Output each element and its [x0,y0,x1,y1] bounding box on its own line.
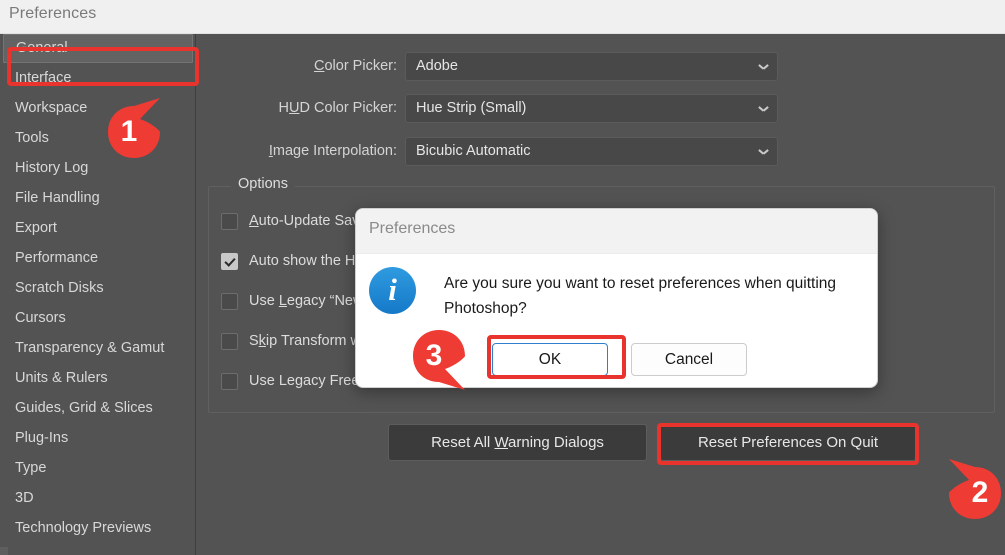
sidebar-item-general[interactable]: General [3,34,193,63]
checkbox[interactable] [221,333,238,350]
sidebar-item-label: File Handling [15,190,100,206]
sidebar-item-label: Technology Previews [15,520,151,536]
chevron-down-icon [759,64,768,69]
checkbox[interactable] [221,373,238,390]
sidebar-item-export[interactable]: Export [0,213,195,243]
color-picker-select[interactable]: Adobe [405,52,778,81]
sidebar-item-file-handling[interactable]: File Handling [0,183,195,213]
image-interpolation-label: Image Interpolation: [269,137,397,166]
sidebar-item-label: Plug-Ins [15,430,68,446]
sidebar-item-label: General [16,40,68,56]
sidebar-item-transparency-gamut[interactable]: Transparency & Gamut [0,333,195,363]
sidebar-item-technology-previews[interactable]: Technology Previews [0,513,195,543]
hud-color-picker-label: HUD Color Picker: [279,94,397,123]
window-title: Preferences [9,5,96,23]
mnemonic-letter: A [249,213,259,229]
sidebar-item-type[interactable]: Type [0,453,195,483]
sidebar-item-label: Tools [15,130,49,146]
preferences-window: Preferences General Interface Workspace … [0,0,1005,555]
mnemonic-letter: W [494,434,508,451]
chevron-down-icon [759,149,768,154]
dialog-ok-button[interactable]: OK [492,343,608,376]
sidebar-item-interface[interactable]: Interface [0,63,195,93]
mnemonic-letter: U [289,100,299,116]
sidebar-item-label: Interface [15,70,71,86]
mnemonic-letter: C [314,58,324,74]
checkbox[interactable] [221,253,238,270]
hud-color-picker-value: Hue Strip (Small) [416,100,526,116]
dialog-message: Are you sure you want to reset preferenc… [444,271,864,321]
sidebar-item-cursors[interactable]: Cursors [0,303,195,333]
image-interpolation-value: Bicubic Automatic [416,143,530,159]
color-picker-row: Color Picker: [197,52,397,81]
sidebar-item-label: Transparency & Gamut [15,340,164,356]
sidebar-item-label: History Log [15,160,88,176]
options-group-title: Options [231,176,295,192]
dialog-cancel-button[interactable]: Cancel [631,343,747,376]
sidebar-item-guides-grid-slices[interactable]: Guides, Grid & Slices [0,393,195,423]
chevron-down-icon [759,106,768,111]
sidebar-item-performance[interactable]: Performance [0,243,195,273]
hud-color-picker-row: HUD Color Picker: [197,94,397,123]
info-icon-glyph: i [369,272,416,308]
sidebar-item-label: Type [15,460,46,476]
reset-preferences-on-quit-button[interactable]: Reset Preferences On Quit [660,424,916,461]
checkbox[interactable] [221,293,238,310]
window-titlebar: Preferences [0,0,1005,34]
hud-color-picker-select[interactable]: Hue Strip (Small) [405,94,778,123]
annotation-pin-1: 1 [104,97,168,161]
reset-all-warning-dialogs-button[interactable]: Reset All Warning Dialogs [388,424,647,461]
info-icon: i [369,267,416,314]
dialog-title: Preferences [369,220,455,238]
sidebar-item-label: 3D [15,490,34,506]
color-picker-label: Color Picker: [314,52,397,81]
annotation-pin-3: 3 [409,327,473,391]
sidebar-item-label: Units & Rulers [15,370,108,386]
sidebar-item-units-rulers[interactable]: Units & Rulers [0,363,195,393]
color-picker-value: Adobe [416,58,458,74]
sidebar-item-label: Guides, Grid & Slices [15,400,153,416]
sidebar-item-label: Export [15,220,57,236]
sidebar-item-scratch-disks[interactable]: Scratch Disks [0,273,195,303]
checkbox[interactable] [221,213,238,230]
annotation-pin-1-number: 1 [97,115,161,149]
sidebar-item-label: Scratch Disks [15,280,104,296]
sidebar-item-plug-ins[interactable]: Plug-Ins [0,423,195,453]
annotation-pin-3-number: 3 [402,339,466,373]
sidebar-item-label: Performance [15,250,98,266]
mnemonic-letter: k [259,333,266,349]
mnemonic-letter: L [279,293,287,309]
image-interpolation-select[interactable]: Bicubic Automatic [405,137,778,166]
dialog-titlebar: Preferences [356,209,877,254]
sidebar-item-label: Workspace [15,100,87,116]
sidebar-item-label: Cursors [15,310,66,326]
image-interpolation-row: Image Interpolation: [197,137,397,166]
annotation-pin-2-number: 2 [948,476,1005,510]
sidebar-item-3d[interactable]: 3D [0,483,195,513]
annotation-pin-2: 2 [941,458,1005,522]
sidebar-scrollbar[interactable] [0,547,8,555]
